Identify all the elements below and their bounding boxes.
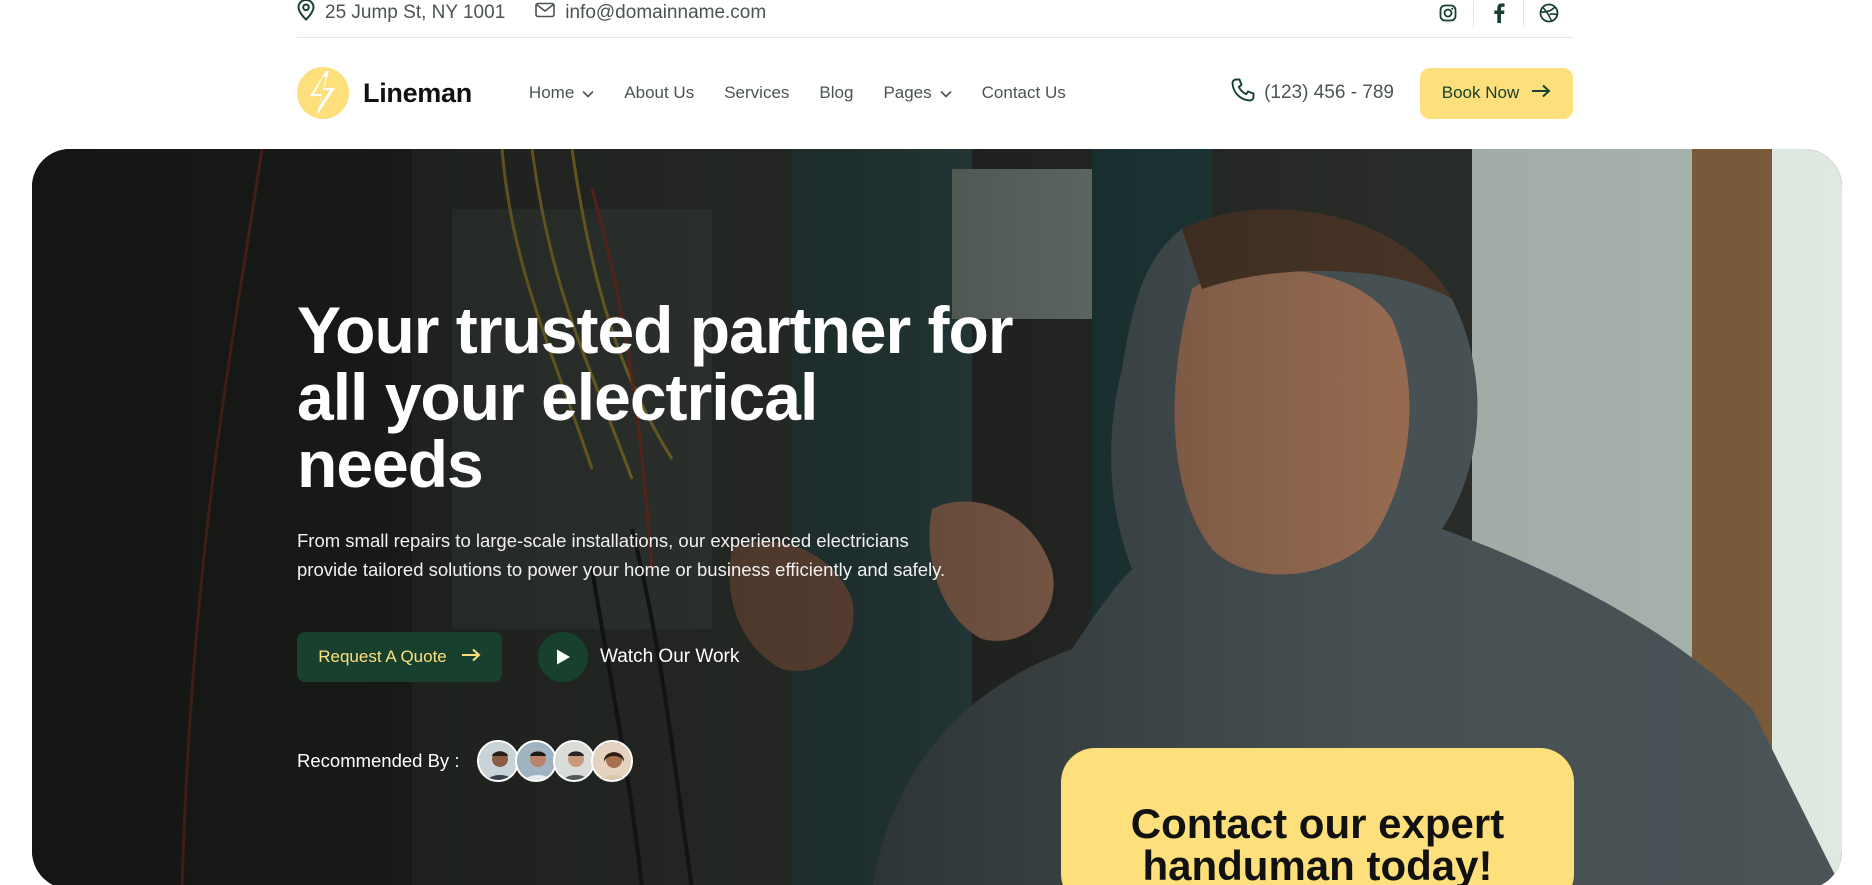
nav-item-pages[interactable]: Pages [883, 83, 952, 103]
watch-video-label: Watch Our Work [600, 646, 740, 667]
chevron-down-icon [582, 83, 594, 103]
lightning-logo-icon [297, 67, 349, 119]
nav-item-services[interactable]: Services [724, 83, 789, 103]
address-text: 25 Jump St, NY 1001 [325, 1, 506, 23]
nav-item-about[interactable]: About Us [624, 83, 694, 103]
phone-number: (123) 456 - 789 [1264, 82, 1394, 103]
main-nav: Home About Us Services Blog Pages Contac… [529, 83, 1066, 103]
facebook-icon[interactable] [1473, 0, 1523, 27]
avatar [553, 740, 596, 782]
hero-content: Your trusted partner for all your electr… [297, 297, 1017, 782]
hero-title: Your trusted partner for all your electr… [297, 297, 1017, 498]
topbar-contacts: 25 Jump St, NY 1001 info@domainname.com [297, 0, 766, 27]
nav-item-contact[interactable]: Contact Us [982, 83, 1066, 103]
arrow-right-icon [461, 647, 481, 667]
chevron-down-icon [940, 83, 952, 103]
avatar [591, 740, 634, 782]
book-now-button[interactable]: Book Now [1420, 67, 1573, 119]
request-quote-button[interactable]: Request A Quote [297, 632, 502, 682]
contact-card-line-2: handuman today! [1142, 842, 1493, 885]
hero-title-line-2: all your electrical needs [297, 360, 818, 501]
play-icon[interactable] [538, 632, 588, 682]
email-text[interactable]: info@domainname.com [565, 2, 766, 24]
avatar-group [477, 740, 634, 782]
hero-description: From small repairs to large-scale instal… [297, 530, 946, 580]
nav-item-label: Home [528, 83, 575, 102]
contact-card-line-1: Contact our expert [1130, 800, 1505, 847]
contact-card-title: Contact our expert handuman today! [1061, 803, 1574, 885]
main-header: Lineman Home About Us Services Blog Page… [297, 62, 1573, 124]
address-item: 25 Jump St, NY 1001 [297, 0, 505, 27]
contact-expert-card: Contact our expert handuman today! [1061, 748, 1574, 885]
arrow-right-icon [1531, 83, 1551, 103]
nav-item-label: Blog [819, 83, 854, 102]
instagram-icon[interactable] [1423, 0, 1473, 27]
watch-video-button[interactable]: Watch Our Work [538, 632, 739, 682]
dribbble-icon[interactable] [1523, 0, 1573, 27]
phone-link[interactable]: (123) 456 - 789 [1230, 77, 1394, 109]
email-item[interactable]: info@domainname.com [535, 2, 766, 24]
phone-icon [1230, 77, 1256, 109]
logo[interactable]: Lineman [297, 67, 472, 119]
avatar [515, 740, 558, 782]
logo-text: Lineman [363, 77, 472, 108]
header-actions: (123) 456 - 789 Book Now [1230, 67, 1573, 119]
recommended-by: Recommended By : [297, 740, 1017, 782]
nav-item-label: Services [724, 83, 790, 102]
map-pin-icon [297, 0, 315, 27]
nav-item-label: About Us [624, 83, 695, 102]
nav-item-blog[interactable]: Blog [819, 83, 853, 103]
avatar [477, 740, 520, 782]
request-quote-label: Request A Quote [318, 647, 447, 666]
book-now-label: Book Now [1441, 83, 1520, 102]
social-links [1423, 0, 1573, 27]
nav-item-label: Pages [883, 83, 932, 102]
nav-item-home[interactable]: Home [529, 83, 594, 103]
hero-title-line-1: Your trusted partner for [297, 293, 1014, 367]
hero-cta-row: Request A Quote Watch Our Work [297, 632, 1017, 682]
mail-icon [535, 2, 556, 24]
recommended-label: Recommended By : [297, 750, 460, 771]
nav-item-label: Contact Us [981, 83, 1066, 102]
top-info-bar: 25 Jump St, NY 1001 info@domainname.com [297, 0, 1573, 38]
